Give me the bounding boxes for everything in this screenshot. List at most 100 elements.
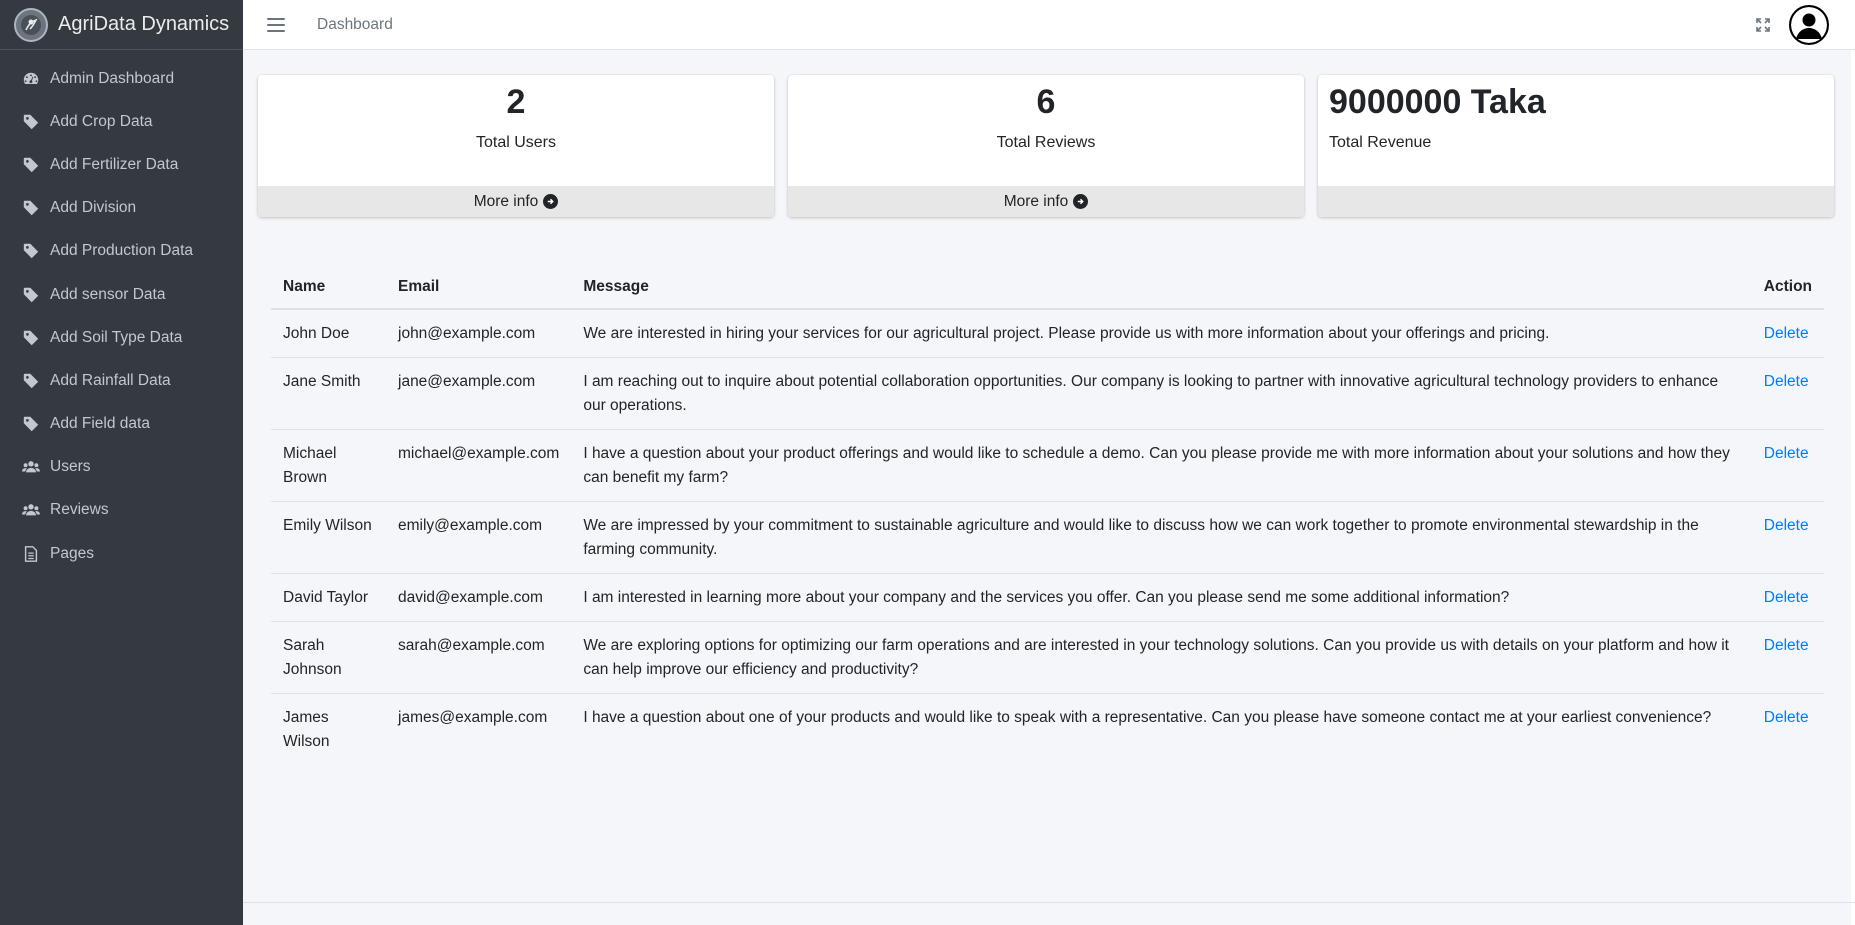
cell-email: michael@example.com xyxy=(386,429,572,502)
delete-button[interactable]: Delete xyxy=(1764,325,1809,342)
delete-button[interactable]: Delete xyxy=(1764,589,1809,606)
footer-divider xyxy=(243,902,1855,903)
tag-icon xyxy=(20,329,42,347)
tag-icon xyxy=(20,242,42,260)
cell-name: David Taylor xyxy=(271,573,386,622)
delete-button[interactable]: Delete xyxy=(1764,445,1809,462)
sidebar: AgriData Dynamics Admin Dashboard Add Cro… xyxy=(0,0,243,925)
tag-icon xyxy=(20,372,42,390)
sidebar-item-label: Add Soil Type Data xyxy=(50,328,183,346)
delete-button[interactable]: Delete xyxy=(1764,373,1809,390)
menu-toggle-icon[interactable] xyxy=(267,17,285,32)
total-revenue-footer xyxy=(1318,186,1834,217)
users-icon xyxy=(20,458,42,476)
user-avatar-icon[interactable] xyxy=(1789,5,1829,45)
total-users-card: 2 Total Users More info xyxy=(258,75,774,217)
brand-name: AgriData Dynamics xyxy=(58,13,230,35)
cell-name: James Wilson xyxy=(271,693,386,765)
brand-logo-icon xyxy=(14,7,48,42)
more-info-label: More info xyxy=(473,192,539,210)
header-message: Message xyxy=(571,265,1752,310)
cell-name: Jane Smith xyxy=(271,357,386,430)
table-row: Sarah Johnson sarah@example.com We are exp… xyxy=(271,621,1824,694)
sidebar-item-label: Reviews xyxy=(50,501,109,519)
sidebar-item-add-sensor-data[interactable]: Add sensor Data xyxy=(0,273,243,316)
total-reviews-more-info-link[interactable]: More info xyxy=(788,186,1304,217)
sidebar-item-add-rainfall-data[interactable]: Add Rainfall Data xyxy=(0,359,243,402)
total-reviews-label: Total Reviews xyxy=(996,134,1096,151)
cell-email: john@example.com xyxy=(398,325,536,342)
total-reviews-value: 6 xyxy=(1036,83,1056,121)
sidebar-item-label: Admin Dashboard xyxy=(50,69,175,87)
total-revenue-value: 9000000 Taka xyxy=(1329,83,1546,121)
total-users-more-info-link[interactable]: More info xyxy=(258,186,774,217)
dashboard-icon xyxy=(20,70,42,88)
tag-icon xyxy=(20,199,42,217)
table-row: Jane Smith jane@example.com I am reaching … xyxy=(271,357,1824,430)
sidebar-item-add-division[interactable]: Add Division xyxy=(0,187,243,230)
top-navbar: Dashboard xyxy=(243,0,1855,50)
cell-message: I have a question about your product off… xyxy=(571,429,1752,502)
sidebar-item-add-fertilizer-data[interactable]: Add Fertilizer Data xyxy=(0,143,243,186)
cell-name: Sarah Johnson xyxy=(271,621,386,694)
sidebar-item-reviews[interactable]: Reviews xyxy=(0,489,243,532)
cell-email: jane@example.com xyxy=(386,357,572,430)
header-email: Email xyxy=(386,265,572,310)
delete-button[interactable]: Delete xyxy=(1764,709,1809,726)
sidebar-item-add-production-data[interactable]: Add Production Data xyxy=(0,230,243,273)
main-content: 2 Total Users More info 6 Total Reviews … xyxy=(243,50,1855,925)
cell-message: We are interested in hiring your service… xyxy=(583,325,1550,342)
tag-icon xyxy=(20,113,42,131)
cell-message: I am interested in learning more about y… xyxy=(571,573,1752,622)
sidebar-item-label: Add Division xyxy=(50,199,137,217)
file-icon xyxy=(20,545,42,563)
cell-name: Michael Brown xyxy=(271,429,386,502)
cell-email: sarah@example.com xyxy=(386,621,572,694)
tag-icon xyxy=(20,415,42,433)
sidebar-item-label: Add Fertilizer Data xyxy=(50,155,179,173)
sidebar-item-users[interactable]: Users xyxy=(0,446,243,489)
sidebar-item-pages[interactable]: Pages xyxy=(0,532,243,575)
reviews-table: Name Email Message Action John Doe john@e… xyxy=(271,265,1824,765)
table-row: Emily Wilson emily@example.com We are impr… xyxy=(271,501,1824,574)
cell-name: Emily Wilson xyxy=(271,501,386,574)
table-row: David Taylor david@example.com I am intere… xyxy=(271,573,1824,622)
sidebar-item-label: Add Field data xyxy=(50,415,150,433)
tag-icon xyxy=(20,156,42,174)
sidebar-item-add-soil-type-data[interactable]: Add Soil Type Data xyxy=(0,316,243,359)
delete-button[interactable]: Delete xyxy=(1764,517,1809,534)
cell-message: I am reaching out to inquire about poten… xyxy=(571,357,1752,430)
total-users-label: Total Users xyxy=(475,134,557,151)
sidebar-item-label: Pages xyxy=(50,544,94,562)
sidebar-item-add-field-data[interactable]: Add Field data xyxy=(0,403,243,446)
sidebar-item-label: Add Production Data xyxy=(50,242,194,260)
users-icon xyxy=(20,501,42,519)
total-reviews-card: 6 Total Reviews More info xyxy=(788,75,1304,217)
arrow-circle-right-icon xyxy=(543,194,559,209)
table-row: James Wilson james@example.com I have a qu… xyxy=(271,693,1824,765)
dashboard-link[interactable]: Dashboard xyxy=(317,16,393,34)
delete-button[interactable]: Delete xyxy=(1764,637,1809,654)
header-action: Action xyxy=(1751,265,1824,310)
table-header-row: Name Email Message Action xyxy=(271,265,1824,310)
total-revenue-label: Total Revenue xyxy=(1329,134,1432,151)
sidebar-item-label: Add Rainfall Data xyxy=(50,371,171,389)
total-users-value: 2 xyxy=(506,83,526,121)
sidebar-item-label: Users xyxy=(50,458,91,476)
header-name: Name xyxy=(271,265,386,310)
table-row: John Doe john@example.com We are intereste… xyxy=(271,309,1824,358)
cell-email: david@example.com xyxy=(386,573,572,622)
cell-message: We are exploring options for optimizing … xyxy=(571,621,1752,694)
cell-name: John Doe xyxy=(283,325,350,342)
total-revenue-card: 9000000 Taka Total Revenue xyxy=(1318,75,1834,217)
cell-email: emily@example.com xyxy=(386,501,572,574)
arrow-circle-right-icon xyxy=(1073,194,1089,209)
cell-email: james@example.com xyxy=(386,693,572,765)
table-row: Michael Brown michael@example.com I have a… xyxy=(271,429,1824,502)
fullscreen-icon[interactable] xyxy=(1755,17,1771,33)
sidebar-item-admin-dashboard[interactable]: Admin Dashboard xyxy=(0,57,243,100)
sidebar-nav: Admin Dashboard Add Crop Data Add Fertiliz… xyxy=(0,50,243,575)
sidebar-item-add-crop-data[interactable]: Add Crop Data xyxy=(0,100,243,143)
brand[interactable]: AgriData Dynamics xyxy=(0,0,243,50)
reviews-table-container: Name Email Message Action John Doe john@e… xyxy=(271,265,1824,765)
